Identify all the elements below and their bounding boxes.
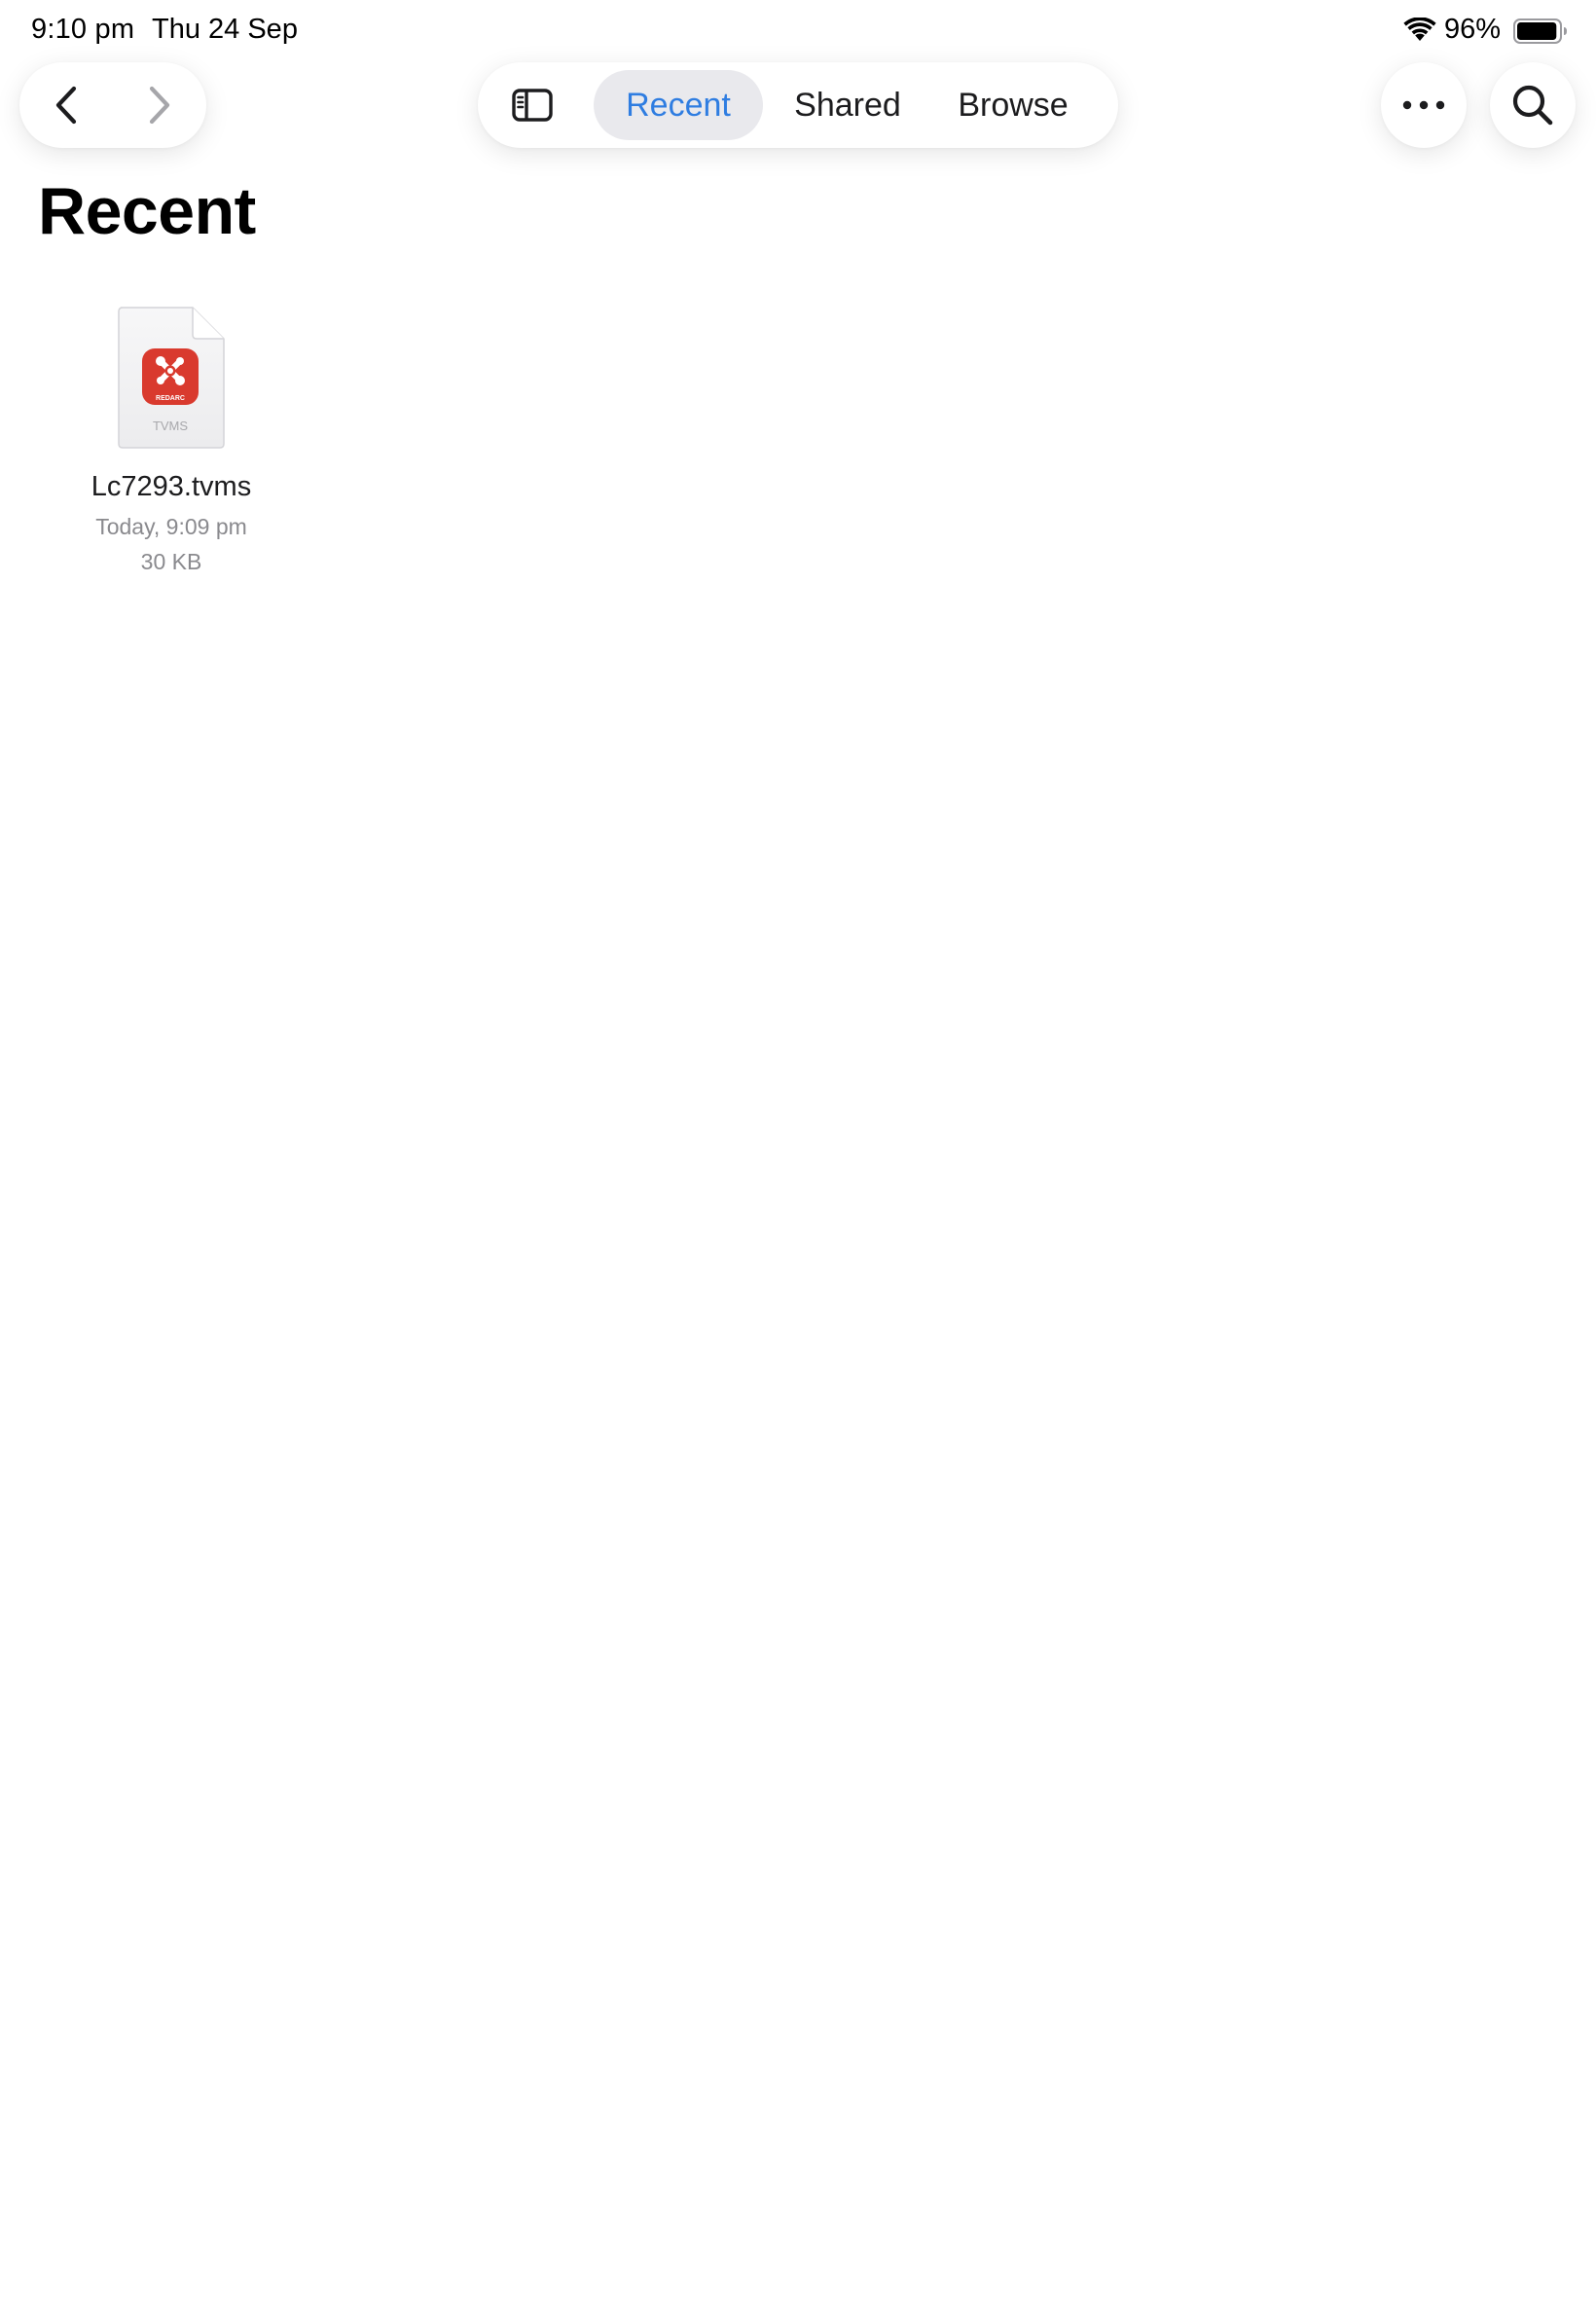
back-button[interactable] — [19, 62, 113, 148]
sidebar-icon — [512, 89, 553, 122]
file-size: 30 KB — [140, 549, 202, 574]
status-date: Thu 24 Sep — [152, 14, 298, 45]
tab-shared[interactable]: Shared — [777, 70, 919, 140]
tab-recent[interactable]: Recent — [594, 70, 763, 140]
forward-button[interactable] — [113, 62, 206, 148]
tab-browse[interactable]: Browse — [931, 70, 1095, 140]
chevron-right-icon — [149, 86, 170, 125]
battery-percentage: 96% — [1444, 14, 1502, 45]
page-title: Recent — [38, 174, 256, 248]
search-button[interactable] — [1490, 62, 1576, 148]
document-thumbnail: REDARC TVMS — [118, 307, 225, 449]
app-logo-text: REDARC — [156, 395, 185, 402]
tab-bar: Recent Shared Browse — [478, 62, 1118, 148]
file-type-label: TVMS — [153, 419, 188, 433]
chevron-left-icon — [55, 86, 77, 125]
sidebar-toggle-button[interactable] — [491, 70, 573, 140]
battery-icon — [1513, 18, 1567, 44]
file-name: Lc7293.tvms — [91, 471, 252, 502]
wifi-icon — [1403, 18, 1436, 41]
status-bar: 9:10 pm Thu 24 Sep 96% — [0, 0, 1596, 60]
navigation-controls — [19, 62, 206, 148]
status-time: 9:10 pm — [31, 14, 135, 45]
magnifier-icon — [1512, 85, 1553, 126]
more-button[interactable] — [1381, 62, 1467, 148]
file-modified-date: Today, 9:09 pm — [95, 514, 247, 539]
ellipsis-icon — [1402, 100, 1445, 110]
file-item[interactable]: REDARC TVMS Lc7293.tvms Today, 9:09 pm 3… — [54, 302, 288, 584]
